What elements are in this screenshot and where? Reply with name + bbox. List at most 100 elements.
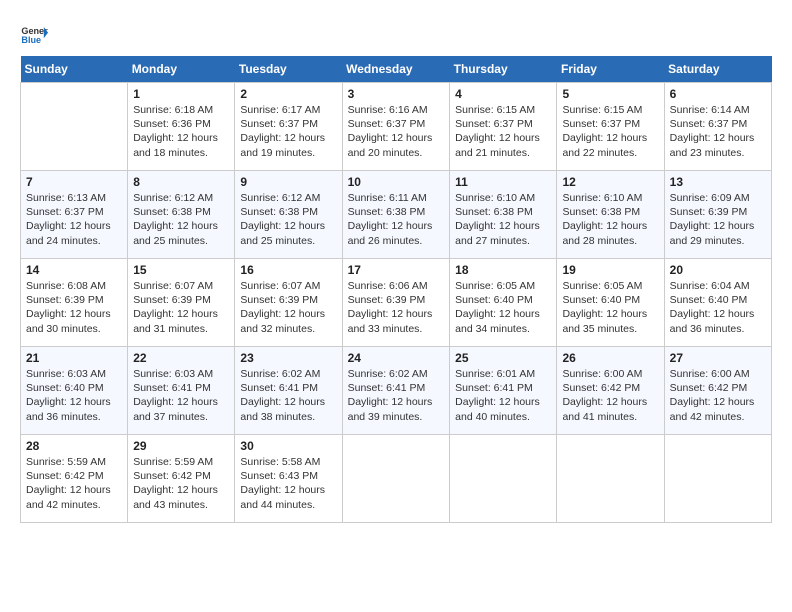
calendar-cell	[664, 435, 771, 523]
day-info: Sunrise: 6:17 AMSunset: 6:37 PMDaylight:…	[240, 103, 336, 160]
weekday-header-thursday: Thursday	[450, 56, 557, 83]
day-info: Sunrise: 6:00 AMSunset: 6:42 PMDaylight:…	[562, 367, 658, 424]
day-number: 29	[133, 439, 229, 453]
day-info: Sunrise: 6:14 AMSunset: 6:37 PMDaylight:…	[670, 103, 766, 160]
day-info: Sunrise: 6:11 AMSunset: 6:38 PMDaylight:…	[348, 191, 445, 248]
calendar-cell: 25 Sunrise: 6:01 AMSunset: 6:41 PMDayligh…	[450, 347, 557, 435]
day-info: Sunrise: 6:05 AMSunset: 6:40 PMDaylight:…	[455, 279, 551, 336]
day-info: Sunrise: 6:03 AMSunset: 6:41 PMDaylight:…	[133, 367, 229, 424]
calendar-cell: 5 Sunrise: 6:15 AMSunset: 6:37 PMDaylight…	[557, 83, 664, 171]
logo-icon: General Blue	[20, 20, 48, 48]
day-info: Sunrise: 6:05 AMSunset: 6:40 PMDaylight:…	[562, 279, 658, 336]
calendar-cell: 24 Sunrise: 6:02 AMSunset: 6:41 PMDayligh…	[342, 347, 450, 435]
day-number: 16	[240, 263, 336, 277]
calendar-cell: 12Sunrise: 6:10 AMSunset: 6:38 PMDayligh…	[557, 171, 664, 259]
day-info: Sunrise: 6:09 AMSunset: 6:39 PMDaylight:…	[670, 191, 766, 248]
day-number: 11	[455, 175, 551, 189]
day-number: 1	[133, 87, 229, 101]
day-number: 9	[240, 175, 336, 189]
day-number: 7	[26, 175, 122, 189]
day-info: Sunrise: 6:00 AMSunset: 6:42 PMDaylight:…	[670, 367, 766, 424]
calendar-cell: 3 Sunrise: 6:16 AMSunset: 6:37 PMDaylight…	[342, 83, 450, 171]
calendar-cell: 17 Sunrise: 6:06 AMSunset: 6:39 PMDayligh…	[342, 259, 450, 347]
weekday-header-tuesday: Tuesday	[235, 56, 342, 83]
day-number: 17	[348, 263, 445, 277]
day-number: 4	[455, 87, 551, 101]
calendar-cell: 1 Sunrise: 6:18 AMSunset: 6:36 PMDaylight…	[128, 83, 235, 171]
calendar-cell: 10 Sunrise: 6:11 AMSunset: 6:38 PMDayligh…	[342, 171, 450, 259]
day-number: 30	[240, 439, 336, 453]
calendar-cell: 8 Sunrise: 6:12 AMSunset: 6:38 PMDaylight…	[128, 171, 235, 259]
calendar-cell	[450, 435, 557, 523]
calendar-cell: 4 Sunrise: 6:15 AMSunset: 6:37 PMDaylight…	[450, 83, 557, 171]
day-number: 19	[562, 263, 658, 277]
calendar-cell: 2 Sunrise: 6:17 AMSunset: 6:37 PMDaylight…	[235, 83, 342, 171]
day-info: Sunrise: 6:12 AMSunset: 6:38 PMDaylight:…	[133, 191, 229, 248]
day-info: Sunrise: 6:10 AMSunset: 6:38 PMDaylight:…	[455, 191, 551, 248]
day-info: Sunrise: 6:15 AMSunset: 6:37 PMDaylight:…	[455, 103, 551, 160]
calendar-cell: 26 Sunrise: 6:00 AMSunset: 6:42 PMDayligh…	[557, 347, 664, 435]
calendar-cell: 19 Sunrise: 6:05 AMSunset: 6:40 PMDayligh…	[557, 259, 664, 347]
day-info: Sunrise: 6:03 AMSunset: 6:40 PMDaylight:…	[26, 367, 122, 424]
day-info: Sunrise: 6:10 AMSunset: 6:38 PMDaylight:…	[562, 191, 658, 248]
day-number: 24	[348, 351, 445, 365]
day-info: Sunrise: 6:02 AMSunset: 6:41 PMDaylight:…	[348, 367, 445, 424]
logo: General Blue	[20, 20, 48, 48]
weekday-header-monday: Monday	[128, 56, 235, 83]
weekday-header-sunday: Sunday	[21, 56, 128, 83]
weekday-header-wednesday: Wednesday	[342, 56, 450, 83]
day-number: 5	[562, 87, 658, 101]
svg-text:Blue: Blue	[21, 35, 41, 45]
calendar-cell: 13 Sunrise: 6:09 AMSunset: 6:39 PMDayligh…	[664, 171, 771, 259]
calendar-cell: 7 Sunrise: 6:13 AMSunset: 6:37 PMDaylight…	[21, 171, 128, 259]
calendar-cell	[342, 435, 450, 523]
day-info: Sunrise: 6:15 AMSunset: 6:37 PMDaylight:…	[562, 103, 658, 160]
calendar-cell	[21, 83, 128, 171]
calendar-cell: 16 Sunrise: 6:07 AMSunset: 6:39 PMDayligh…	[235, 259, 342, 347]
day-info: Sunrise: 5:59 AMSunset: 6:42 PMDaylight:…	[133, 455, 229, 512]
day-number: 28	[26, 439, 122, 453]
weekday-header-friday: Friday	[557, 56, 664, 83]
calendar-cell: 9 Sunrise: 6:12 AMSunset: 6:38 PMDaylight…	[235, 171, 342, 259]
day-info: Sunrise: 6:04 AMSunset: 6:40 PMDaylight:…	[670, 279, 766, 336]
day-number: 10	[348, 175, 445, 189]
day-number: 13	[670, 175, 766, 189]
day-info: Sunrise: 5:58 AMSunset: 6:43 PMDaylight:…	[240, 455, 336, 512]
calendar-cell: 23Sunrise: 6:02 AMSunset: 6:41 PMDayligh…	[235, 347, 342, 435]
calendar-week-row: 14Sunrise: 6:08 AMSunset: 6:39 PMDayligh…	[21, 259, 772, 347]
calendar-cell: 15Sunrise: 6:07 AMSunset: 6:39 PMDayligh…	[128, 259, 235, 347]
day-number: 18	[455, 263, 551, 277]
day-number: 6	[670, 87, 766, 101]
day-number: 25	[455, 351, 551, 365]
day-number: 8	[133, 175, 229, 189]
day-number: 22	[133, 351, 229, 365]
day-info: Sunrise: 6:12 AMSunset: 6:38 PMDaylight:…	[240, 191, 336, 248]
page-header: General Blue	[20, 20, 772, 48]
day-info: Sunrise: 6:16 AMSunset: 6:37 PMDaylight:…	[348, 103, 445, 160]
day-info: Sunrise: 6:07 AMSunset: 6:39 PMDaylight:…	[133, 279, 229, 336]
day-info: Sunrise: 6:01 AMSunset: 6:41 PMDaylight:…	[455, 367, 551, 424]
day-number: 2	[240, 87, 336, 101]
calendar-cell: 11 Sunrise: 6:10 AMSunset: 6:38 PMDayligh…	[450, 171, 557, 259]
calendar-week-row: 28 Sunrise: 5:59 AMSunset: 6:42 PMDayligh…	[21, 435, 772, 523]
day-number: 20	[670, 263, 766, 277]
calendar-cell: 18 Sunrise: 6:05 AMSunset: 6:40 PMDayligh…	[450, 259, 557, 347]
day-number: 23	[240, 351, 336, 365]
calendar-cell: 30 Sunrise: 5:58 AMSunset: 6:43 PMDayligh…	[235, 435, 342, 523]
calendar-cell: 6 Sunrise: 6:14 AMSunset: 6:37 PMDaylight…	[664, 83, 771, 171]
day-info: Sunrise: 6:06 AMSunset: 6:39 PMDaylight:…	[348, 279, 445, 336]
calendar-cell: 28 Sunrise: 5:59 AMSunset: 6:42 PMDayligh…	[21, 435, 128, 523]
day-info: Sunrise: 6:13 AMSunset: 6:37 PMDaylight:…	[26, 191, 122, 248]
day-info: Sunrise: 5:59 AMSunset: 6:42 PMDaylight:…	[26, 455, 122, 512]
day-info: Sunrise: 6:07 AMSunset: 6:39 PMDaylight:…	[240, 279, 336, 336]
day-info: Sunrise: 6:18 AMSunset: 6:36 PMDaylight:…	[133, 103, 229, 160]
calendar-cell: 29 Sunrise: 5:59 AMSunset: 6:42 PMDayligh…	[128, 435, 235, 523]
day-number: 27	[670, 351, 766, 365]
calendar-week-row: 7 Sunrise: 6:13 AMSunset: 6:37 PMDaylight…	[21, 171, 772, 259]
calendar-cell: 14Sunrise: 6:08 AMSunset: 6:39 PMDayligh…	[21, 259, 128, 347]
weekday-header-row: SundayMondayTuesdayWednesdayThursdayFrid…	[21, 56, 772, 83]
day-number: 26	[562, 351, 658, 365]
calendar-week-row: 1 Sunrise: 6:18 AMSunset: 6:36 PMDaylight…	[21, 83, 772, 171]
day-number: 3	[348, 87, 445, 101]
weekday-header-saturday: Saturday	[664, 56, 771, 83]
